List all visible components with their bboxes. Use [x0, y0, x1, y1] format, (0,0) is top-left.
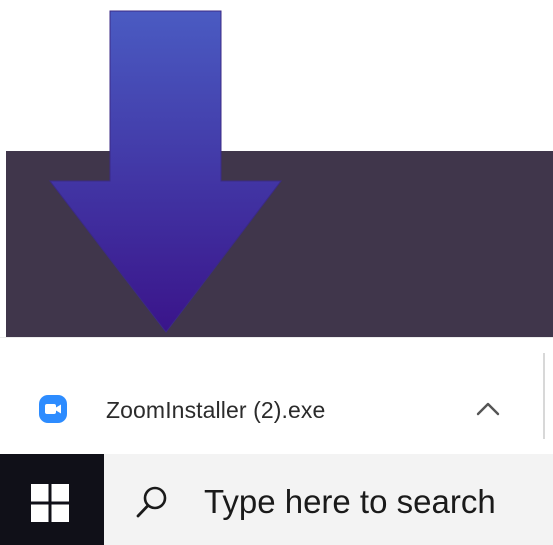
taskbar: Type here to search [0, 454, 553, 545]
zoom-app-icon [39, 395, 67, 423]
download-item[interactable]: ZoomInstaller (2).exe [0, 350, 525, 454]
start-button[interactable] [0, 454, 104, 545]
browser-content-area [6, 151, 553, 337]
chevron-up-icon[interactable] [470, 394, 506, 424]
search-placeholder: Type here to search [204, 483, 496, 520]
download-file-name: ZoomInstaller (2).exe [106, 397, 326, 423]
download-bar-separator [543, 353, 545, 439]
windows-logo-icon [31, 484, 69, 522]
download-bar: ZoomInstaller (2).exe [0, 337, 553, 455]
search-icon [136, 486, 167, 518]
taskbar-search-box[interactable]: Type here to search [104, 454, 553, 545]
page-background [0, 0, 553, 151]
